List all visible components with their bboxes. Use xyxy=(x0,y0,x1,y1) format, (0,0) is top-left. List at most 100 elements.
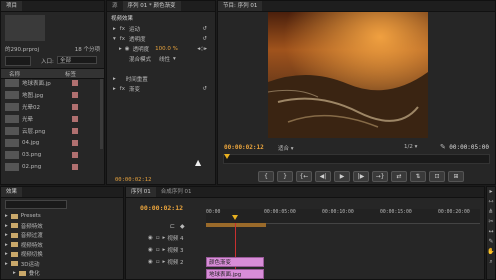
effects-folder[interactable]: ▸ 音频过渡 xyxy=(1,230,123,240)
effects-folder[interactable]: ▸ 音频特效 xyxy=(1,221,123,231)
expand-arrow-icon[interactable]: ▸ xyxy=(119,46,122,52)
label-swatch[interactable] xyxy=(72,152,78,158)
label-swatch[interactable] xyxy=(72,116,78,122)
project-list-item[interactable]: 光晕02 xyxy=(1,102,104,112)
program-timecode-left[interactable]: 00:00:02:12 xyxy=(224,144,264,151)
reset-icon[interactable]: ↺ xyxy=(202,36,207,42)
label-swatch[interactable] xyxy=(72,80,78,86)
transport-button[interactable]: |▶ xyxy=(353,171,369,182)
tool-icon[interactable]: ⇿ xyxy=(487,197,495,207)
collapse-arrow-icon[interactable]: ▾ xyxy=(113,36,116,42)
stopwatch-icon[interactable]: ◉ xyxy=(125,46,130,52)
project-list-item[interactable]: 光晕 xyxy=(1,114,104,124)
expand-arrow-icon[interactable]: ▸ xyxy=(5,232,8,238)
expand-arrow-icon[interactable]: ▸ xyxy=(13,270,16,276)
transport-button[interactable]: ⇄ xyxy=(391,171,407,182)
program-scrubber[interactable] xyxy=(223,154,490,164)
label-swatch[interactable] xyxy=(72,140,78,146)
timeline-clip[interactable]: 地球表面.jpg xyxy=(206,269,264,279)
eye-icon[interactable]: ◉ xyxy=(148,247,153,253)
tab-project[interactable]: 项目 xyxy=(1,1,23,11)
timeline-tab[interactable]: 合成序列 01 xyxy=(156,187,197,197)
label-swatch[interactable] xyxy=(72,104,78,110)
expand-arrow-icon[interactable]: ▸ xyxy=(163,235,166,241)
transport-button[interactable]: ◀| xyxy=(315,171,331,182)
tab-effects[interactable]: 效果 xyxy=(1,187,23,197)
effects-search-input[interactable] xyxy=(5,200,67,209)
project-list-item[interactable]: 地球表面.jp xyxy=(1,78,104,88)
reset-icon[interactable]: ↺ xyxy=(202,26,207,32)
track-header[interactable]: ◉ ▫ ▸ 视频 4 xyxy=(126,233,206,243)
transport-button[interactable]: ⇅ xyxy=(410,171,426,182)
marker-icon[interactable]: ◆ xyxy=(180,223,185,230)
eye-icon[interactable]: ◉ xyxy=(148,259,153,265)
lock-icon[interactable]: ▫ xyxy=(156,247,160,253)
project-list-item[interactable]: 04.jpg xyxy=(1,138,104,148)
expand-arrow-icon[interactable]: ▸ xyxy=(113,86,116,92)
tool-icon[interactable]: ✋ xyxy=(487,247,495,257)
track-header[interactable]: ◉ ▫ ▸ 视频 2 xyxy=(126,257,206,267)
label-swatch[interactable] xyxy=(72,92,78,98)
timeline-ruler[interactable]: 00:00 00:00:05:00 00:00:10:00 00:00:15:00 00… xyxy=(206,209,480,224)
playhead-icon[interactable] xyxy=(224,154,230,159)
ratio-dropdown[interactable]: 1/2 ▾ xyxy=(404,144,417,150)
project-list-item[interactable]: 03.png xyxy=(1,150,104,160)
tab-program[interactable]: 节目: 序列 01 xyxy=(218,1,263,11)
expand-arrow-icon[interactable]: ▸ xyxy=(5,242,8,248)
project-list-item[interactable]: 地图.jpg xyxy=(1,90,104,100)
transport-button[interactable]: { xyxy=(258,171,274,182)
reset-icon[interactable]: ↺ xyxy=(202,86,207,92)
label-swatch[interactable] xyxy=(72,164,78,170)
expand-arrow-icon[interactable]: ▸ xyxy=(163,259,166,265)
transport-button[interactable]: } xyxy=(277,171,293,182)
tab-source[interactable]: 源 xyxy=(107,1,123,11)
transport-button[interactable]: →} xyxy=(372,171,388,182)
timeline-clip[interactable]: 颜色渐变 xyxy=(206,257,264,267)
project-list-item[interactable]: 02.png xyxy=(1,162,104,172)
fit-dropdown[interactable]: 适合 ▾ xyxy=(278,144,294,152)
tool-icon[interactable]: ⋔ xyxy=(487,207,495,217)
wrench-icon[interactable]: ✎ xyxy=(440,143,446,151)
transport-button[interactable]: ⊞ xyxy=(448,171,464,182)
search-input[interactable] xyxy=(5,56,31,66)
project-list-item[interactable]: 云层.png xyxy=(1,126,104,136)
transport-button[interactable]: ⊡ xyxy=(429,171,445,182)
work-area-bar[interactable] xyxy=(206,223,266,227)
column-name[interactable]: 名称 xyxy=(9,70,20,78)
lock-icon[interactable]: ▫ xyxy=(156,259,160,265)
chevron-down-icon[interactable]: ▾ xyxy=(173,56,176,62)
effects-folder[interactable]: ▸ 视频特效 xyxy=(1,240,123,250)
tool-icon[interactable]: ✂ xyxy=(487,217,495,227)
project-scrollbar[interactable] xyxy=(100,79,103,149)
snap-icon[interactable]: ⊏ xyxy=(170,223,175,230)
tool-icon[interactable]: ✎ xyxy=(487,237,495,247)
time-remap-row[interactable]: ▸ 时间重置 xyxy=(107,74,215,84)
timeline-playhead-icon[interactable] xyxy=(232,215,238,220)
tool-icon[interactable]: ⌕ xyxy=(487,257,495,267)
lock-icon[interactable]: ▫ xyxy=(156,235,160,241)
effects-folder[interactable]: ▸ Presets xyxy=(1,211,123,221)
expand-arrow-icon[interactable]: ▸ xyxy=(163,247,166,253)
keyframe-nav-icon[interactable]: ◂◇▸ xyxy=(197,46,207,52)
label-swatch[interactable] xyxy=(72,128,78,134)
expand-arrow-icon[interactable]: ▸ xyxy=(113,76,116,82)
blend-mode-dropdown[interactable]: 线性 xyxy=(159,55,170,63)
transport-button[interactable]: {← xyxy=(296,171,312,182)
entry-dropdown[interactable]: 全部 xyxy=(57,56,97,64)
effects-folder[interactable]: ▸ 叠化 xyxy=(1,268,123,278)
timeline-tab[interactable]: 序列 01 xyxy=(126,187,156,197)
tool-icon[interactable]: ▸ xyxy=(487,187,495,197)
effects-folder[interactable]: ▸ 3D运动 xyxy=(1,259,123,269)
effect-controls-timecode[interactable]: 00:00:02:12 xyxy=(115,177,151,183)
expand-arrow-icon[interactable]: ▸ xyxy=(5,213,8,219)
effects-folder[interactable]: ▸ 视频切换 xyxy=(1,249,123,259)
expand-arrow-icon[interactable]: ▸ xyxy=(5,223,8,229)
tool-icon[interactable]: ↔ xyxy=(487,227,495,237)
motion-row[interactable]: ▸ fx 运动 ↺ xyxy=(107,24,215,34)
track-header[interactable]: ◉ ▫ ▸ 视频 3 xyxy=(126,245,206,255)
column-tag[interactable]: 标签 xyxy=(65,70,76,78)
timeline-timecode[interactable]: 00:00:02:12 xyxy=(140,204,183,212)
opacity-row[interactable]: ▾ fx 透明度 ↺ xyxy=(107,34,215,44)
expand-arrow-icon[interactable]: ▸ xyxy=(5,251,8,257)
opacity-value[interactable]: 100.0 % xyxy=(155,46,178,52)
